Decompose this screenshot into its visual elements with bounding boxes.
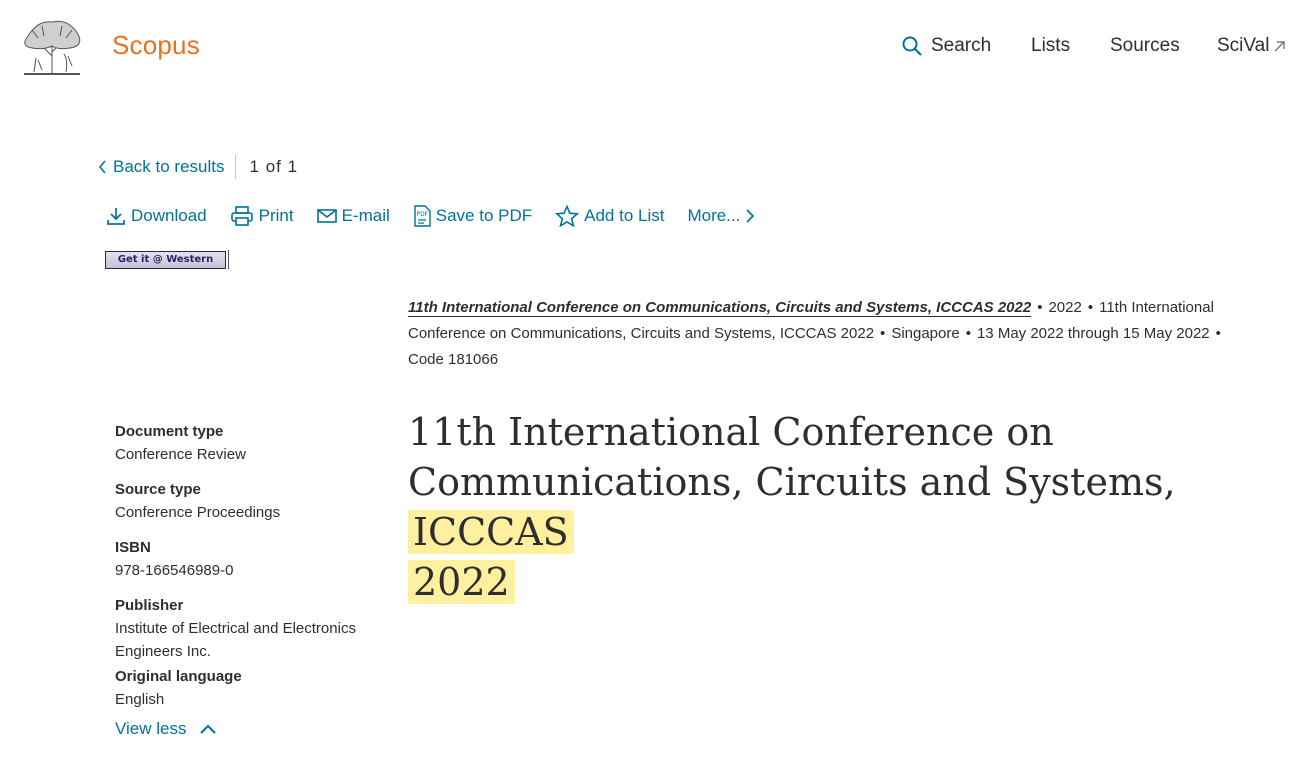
meta-isbn: ISBN 978-166546989-0 xyxy=(115,539,385,582)
save-to-pdf-button[interactable]: PDF Save to PDF xyxy=(413,205,532,227)
chevron-up-icon xyxy=(199,724,216,734)
nav-scival[interactable]: SciVal xyxy=(1217,35,1286,57)
email-button[interactable]: E-mail xyxy=(316,206,390,226)
meta-value: English xyxy=(115,691,165,708)
bullet: • xyxy=(880,325,886,342)
email-label: E-mail xyxy=(341,206,390,225)
chevron-left-icon xyxy=(98,160,106,174)
conference-code: Code 181066 xyxy=(408,351,499,368)
document-title: 11th International Conference on Communi… xyxy=(408,407,1268,607)
elsevier-logo[interactable] xyxy=(18,16,86,78)
view-less-label: View less xyxy=(115,719,187,738)
pager-of: of xyxy=(265,157,282,176)
add-to-list-label: Add to List xyxy=(584,206,665,225)
source-year: 2022 xyxy=(1048,299,1082,316)
meta-publisher: Publisher Institute of Electrical and El… xyxy=(115,597,385,663)
source-info: 11th International Conference on Communi… xyxy=(408,295,1268,373)
pdf-icon: PDF xyxy=(414,205,431,227)
title-highlight: ICCCAS xyxy=(408,510,574,554)
chevron-right-icon xyxy=(746,209,755,223)
title-text: 11th International Conference on Communi… xyxy=(408,410,1176,504)
scopus-brand[interactable]: Scopus xyxy=(112,30,200,61)
save-to-pdf-label: Save to PDF xyxy=(435,206,533,225)
meta-label: Original language xyxy=(115,668,242,685)
more-menu-button[interactable]: More... xyxy=(687,206,755,226)
pager-current: 1 xyxy=(249,157,260,176)
download-label: Download xyxy=(131,206,207,225)
getit-divider xyxy=(228,250,229,269)
search-icon xyxy=(902,36,922,56)
envelope-icon xyxy=(316,209,337,223)
external-link-icon xyxy=(1274,40,1286,51)
divider xyxy=(234,155,236,179)
document-toolbar: Download Print E-mail PDF Save to PDF Ad… xyxy=(106,205,778,227)
add-to-list-button[interactable]: Add to List xyxy=(555,205,664,227)
meta-value: Conference Review xyxy=(115,446,246,463)
meta-source-type: Source type Conference Proceedings xyxy=(115,481,385,524)
bullet: • xyxy=(965,325,971,342)
printer-icon xyxy=(230,206,253,226)
get-it-western-button[interactable]: Get it @ Western xyxy=(105,251,226,269)
meta-value: Conference Proceedings xyxy=(115,504,281,521)
back-row: Back to results 1 of 1 xyxy=(98,155,298,179)
svg-text:PDF: PDF xyxy=(416,211,428,218)
back-label: Back to results xyxy=(113,157,225,176)
meta-original-language: Original language English xyxy=(115,668,385,711)
bullet: • xyxy=(1087,299,1094,316)
nav-search[interactable]: Search xyxy=(902,35,991,57)
bullet: • xyxy=(1215,325,1221,342)
pager-total: 1 xyxy=(287,157,299,176)
meta-label: Source type xyxy=(115,481,201,498)
source-title-link[interactable]: 11th International Conference on Communi… xyxy=(408,299,1032,317)
nav-search-label: Search xyxy=(931,35,992,56)
meta-value: Institute of Electrical and Electronics … xyxy=(115,620,356,660)
star-icon xyxy=(555,205,580,227)
view-less-button[interactable]: View less xyxy=(115,719,217,739)
back-to-results-link[interactable]: Back to results xyxy=(98,157,225,177)
nav-sources[interactable]: Sources xyxy=(1110,35,1180,57)
download-button[interactable]: Download xyxy=(106,206,207,226)
print-button[interactable]: Print xyxy=(230,206,294,226)
download-icon xyxy=(107,208,125,225)
meta-label: ISBN xyxy=(115,539,151,556)
elsevier-tree-icon xyxy=(24,20,81,75)
more-label: More... xyxy=(687,206,741,225)
conference-location: Singapore xyxy=(891,325,960,342)
nav-lists[interactable]: Lists xyxy=(1031,35,1070,57)
title-highlight: 2022 xyxy=(408,560,515,604)
meta-label: Publisher xyxy=(115,597,184,614)
result-pager: 1 of 1 xyxy=(250,157,299,177)
bullet: • xyxy=(1037,299,1043,316)
print-label: Print xyxy=(258,206,294,225)
meta-label: Document type xyxy=(115,423,224,440)
meta-document-type: Document type Conference Review xyxy=(115,423,385,466)
nav-scival-label: SciVal xyxy=(1217,35,1270,56)
conference-dates: 13 May 2022 through 15 May 2022 xyxy=(976,325,1210,342)
meta-value: 978-166546989-0 xyxy=(115,562,234,579)
